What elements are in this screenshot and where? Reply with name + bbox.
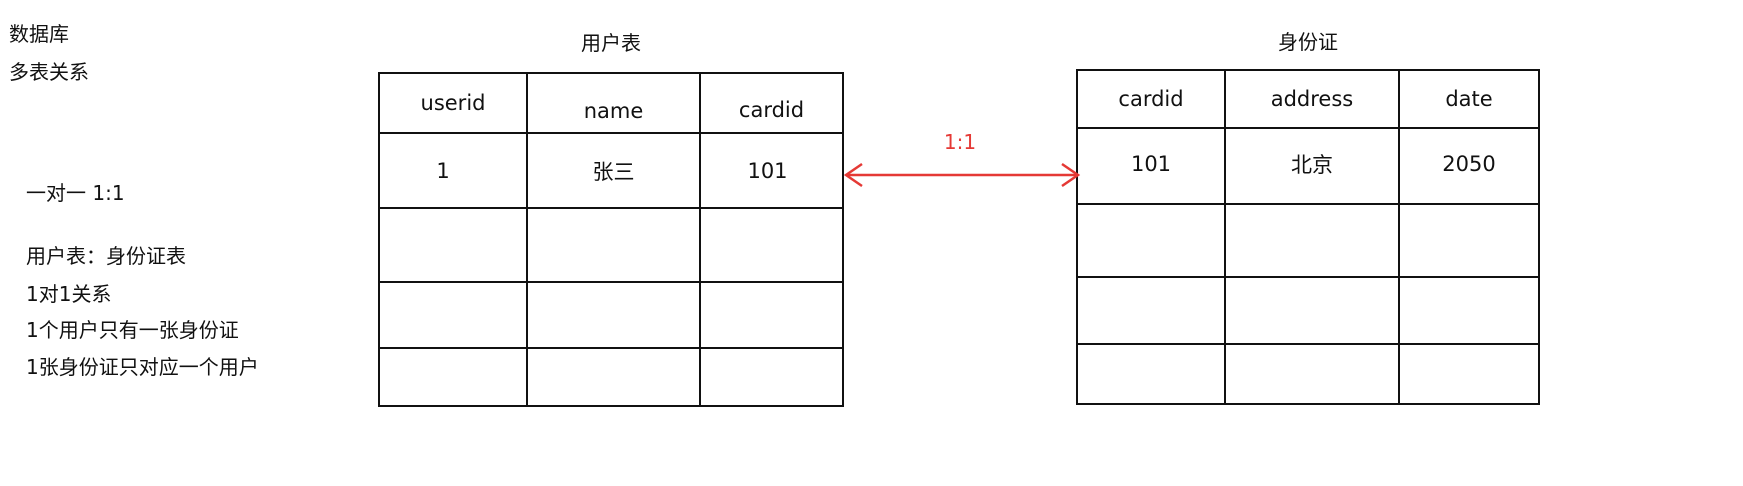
relation-double-arrow [843,162,1081,188]
relation-label: 1:1 [943,130,977,154]
